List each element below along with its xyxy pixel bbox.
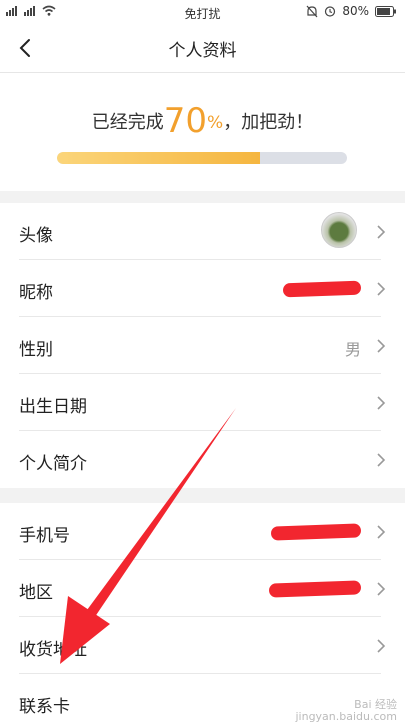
phone-screen: 免打扰 80% 个人资料 已经完成70%，加把劲！ 头像 昵称 性别 男 出生日… xyxy=(0,0,405,725)
right-edge-strip xyxy=(405,0,411,725)
watermark-url: jingyan.baidu.com xyxy=(295,710,397,723)
baidu-watermark: Bai 经验 jingyan.baidu.com xyxy=(295,699,397,723)
annotation-arrow-icon xyxy=(60,408,236,664)
